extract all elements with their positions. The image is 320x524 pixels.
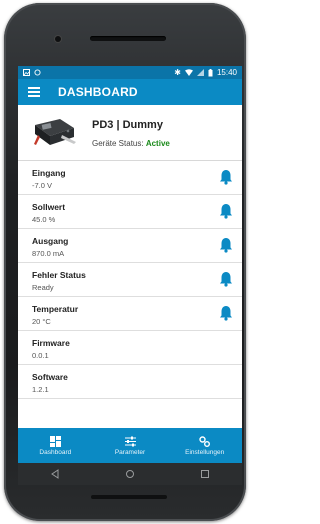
device-status-value: Active [145, 139, 170, 148]
battery-icon [208, 68, 213, 76]
row-value: 0.0.1 [32, 351, 49, 360]
camera-icon [55, 36, 61, 42]
row-label: Sollwert [32, 202, 66, 212]
row-label: Firmware [32, 338, 70, 348]
device-card: PD3 | Dummy Geräte Status: Active [18, 105, 242, 161]
bell-icon[interactable] [219, 271, 233, 287]
bell-icon[interactable] [219, 203, 233, 219]
nav-einstellungen[interactable]: Einstellungen [167, 428, 242, 463]
image-icon [23, 69, 30, 76]
settings-icon [199, 435, 211, 447]
page-title: DASHBOARD [58, 85, 138, 99]
system-navigation-bar [18, 463, 242, 485]
nav-label: Einstellungen [185, 448, 225, 456]
sliders-icon [124, 436, 136, 446]
row-label: Temperatur [32, 304, 79, 314]
row-label: Fehler Status [32, 270, 86, 280]
status-time: 15:40 [216, 68, 237, 77]
row-value: -7.0 V [32, 181, 53, 190]
list-item-fehler-status[interactable]: Fehler Status Ready [18, 263, 242, 297]
dashboard-icon [49, 435, 61, 447]
nav-label: Dashboard [39, 448, 72, 456]
back-icon[interactable] [50, 469, 60, 479]
bluetooth-icon: ✱ [174, 67, 181, 77]
bell-icon[interactable] [219, 305, 233, 321]
app-bar: DASHBOARD [18, 79, 242, 105]
row-value: 20 °C [32, 317, 51, 326]
row-value: 1.2.1 [32, 385, 49, 394]
wifi-icon [184, 69, 193, 76]
row-label: Eingang [32, 168, 66, 178]
bell-icon[interactable] [219, 169, 233, 185]
row-value: 870.0 mA [32, 249, 65, 258]
signal-icon [196, 69, 204, 76]
row-value: 45.0 % [32, 215, 56, 224]
sync-icon [34, 69, 41, 76]
nav-dashboard[interactable]: Dashboard [18, 428, 93, 463]
nav-label: Parameter [114, 448, 146, 456]
row-value: Ready [32, 283, 54, 292]
device-status-label: Geräte Status: [92, 139, 144, 148]
list-item-eingang[interactable]: Eingang -7.0 V [18, 161, 242, 195]
menu-icon[interactable] [28, 87, 40, 97]
recents-icon[interactable] [200, 469, 210, 479]
device-image [34, 119, 76, 145]
list-item-firmware: Firmware 0.0.1 [18, 331, 242, 365]
row-label: Software [32, 372, 68, 382]
list-item-temperatur[interactable]: Temperatur 20 °C [18, 297, 242, 331]
bottom-speaker [91, 495, 167, 499]
device-name: PD3 | Dummy [92, 119, 163, 131]
list-item-sollwert[interactable]: Sollwert 45.0 % [18, 195, 242, 229]
device-status: Geräte Status: Active [92, 139, 170, 148]
status-bar: ✱ 15:40 [18, 66, 242, 79]
list-item-software: Software 1.2.1 [18, 365, 242, 399]
nav-parameter[interactable]: Parameter [93, 428, 168, 463]
home-icon[interactable] [125, 469, 135, 479]
row-label: Ausgang [32, 236, 69, 246]
app-screen: ✱ 15:40 DASHBOARD PD3 | Dummy Geräte Sta… [18, 66, 242, 463]
list-item-ausgang[interactable]: Ausgang 870.0 mA [18, 229, 242, 263]
bottom-navigation: Dashboard Parameter Einstellungen [18, 428, 242, 463]
earpiece-speaker [90, 36, 166, 41]
bell-icon[interactable] [219, 237, 233, 253]
